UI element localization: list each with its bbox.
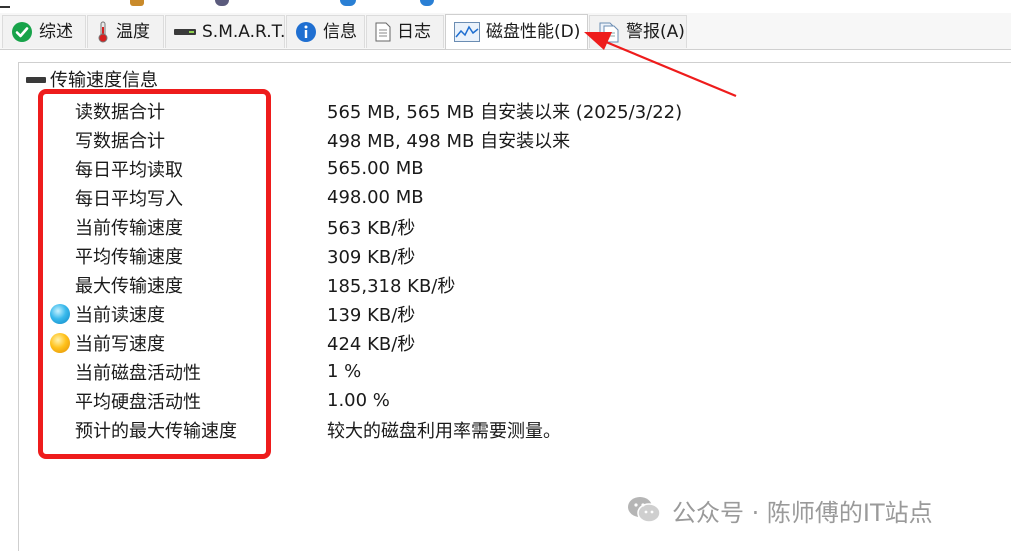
row-value: 498.00 MB (327, 187, 424, 208)
tab-log[interactable]: 日志 (366, 15, 444, 48)
watermark: 公众号 · 陈师傅的IT站点 (626, 492, 933, 528)
tab-info[interactable]: 信息 (286, 15, 365, 48)
row-value: 较大的磁盘利用率需要测量。 (327, 420, 561, 442)
toolbar-fragment (0, 0, 1011, 12)
info-icon (295, 21, 317, 43)
row-value: 565.00 MB (327, 158, 424, 179)
toolbar-fragment-icon (0, 0, 10, 8)
check-circle-icon (11, 21, 33, 43)
thermometer-icon (96, 21, 110, 43)
toolbar-fragment-icon (420, 0, 434, 6)
row-value: 139 KB/秒 (327, 304, 416, 326)
wechat-icon (626, 495, 662, 525)
toolbar-fragment-icon (340, 0, 356, 6)
row-value: 424 KB/秒 (327, 333, 416, 355)
row-value: 563 KB/秒 (327, 217, 416, 239)
tab-bar: 综述 温度 S.M.A.R.T. 信息 日志 磁盘性能(D) 警报(A) (0, 13, 1011, 50)
tab-temperature[interactable]: 温度 (87, 15, 164, 48)
document-icon (375, 22, 391, 42)
performance-chart-icon (454, 22, 480, 42)
row-value: 185,318 KB/秒 (327, 275, 456, 297)
annotation-arrow-icon (584, 32, 737, 98)
watermark-text: 公众号 · 陈师傅的IT站点 (672, 498, 933, 527)
row-value: 1.00 % (327, 390, 390, 411)
row-value: 498 MB, 498 MB 自安装以来 (327, 130, 571, 152)
row-value: 1 % (327, 361, 362, 382)
toolbar-fragment-icon (130, 0, 144, 6)
toolbar-fragment-icon (215, 0, 229, 6)
annotation-highlight-box (38, 89, 271, 459)
tab-summary[interactable]: 综述 (2, 15, 86, 48)
tab-smart[interactable]: S.M.A.R.T. (165, 15, 285, 48)
row-value: 309 KB/秒 (327, 246, 416, 268)
drive-icon (26, 77, 46, 83)
group-header-transfer-speed[interactable]: 传输速度信息 (26, 68, 158, 91)
drive-icon (174, 27, 196, 37)
